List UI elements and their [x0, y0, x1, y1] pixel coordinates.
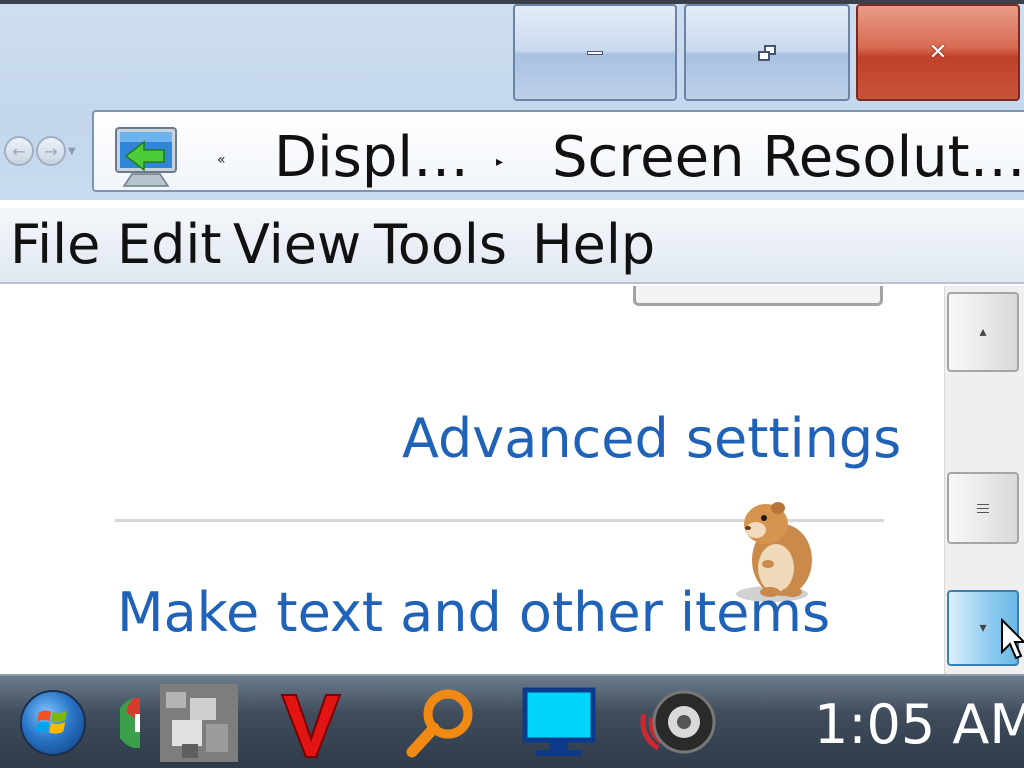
- arrow-down-icon: ▾: [979, 620, 987, 636]
- red-v-icon[interactable]: [280, 688, 342, 758]
- restore-button[interactable]: [684, 4, 850, 101]
- hamster-photo-icon[interactable]: [160, 684, 238, 762]
- menu-view[interactable]: View: [233, 218, 361, 272]
- breadcrumb-display[interactable]: Displ…: [274, 130, 469, 186]
- partial-button[interactable]: [633, 286, 883, 306]
- make-text-larger-link[interactable]: Make text and other items: [117, 586, 830, 640]
- close-icon: ✕: [928, 40, 948, 65]
- vertical-scrollbar[interactable]: ▴ ▾: [944, 286, 1024, 674]
- menu-file[interactable]: File: [10, 218, 100, 272]
- window-titlebar: ✕ ← → ▼ « Displ… ▸ Screen Resolut…: [0, 0, 1024, 200]
- taskbar: 1:05 AM: [0, 674, 1024, 768]
- menu-bar: File Edit View Tools Help: [0, 208, 1024, 284]
- arrow-up-icon: ▴: [979, 324, 987, 340]
- address-bar[interactable]: « Displ… ▸ Screen Resolut…: [92, 110, 1024, 192]
- mouse-cursor-icon: [1001, 618, 1024, 660]
- menu-tools[interactable]: Tools: [374, 218, 507, 272]
- scroll-up-button[interactable]: ▴: [947, 292, 1019, 372]
- display-settings-icon: [115, 127, 177, 187]
- hamster-icon: [736, 502, 812, 602]
- advanced-settings-link[interactable]: Advanced settings: [402, 412, 901, 466]
- minimize-icon: [587, 50, 603, 55]
- breadcrumb-overflow-icon[interactable]: «: [217, 152, 226, 168]
- close-button[interactable]: ✕: [856, 4, 1020, 101]
- breadcrumb-separator-icon[interactable]: ▸: [496, 154, 503, 170]
- speaker-icon[interactable]: [638, 688, 720, 758]
- forward-arrow-icon[interactable]: →: [36, 136, 66, 166]
- minimize-button[interactable]: [513, 4, 677, 101]
- taskbar-clock[interactable]: 1:05 AM: [814, 698, 1024, 752]
- breadcrumb-screen-resolution[interactable]: Screen Resolut…: [552, 130, 1024, 186]
- chevron-down-icon[interactable]: ▼: [68, 146, 76, 157]
- navigation-buttons: ← → ▼: [4, 133, 94, 169]
- scroll-thumb[interactable]: [947, 472, 1019, 544]
- back-arrow-icon[interactable]: ←: [4, 136, 34, 166]
- menu-help[interactable]: Help: [532, 218, 655, 272]
- restore-icon: [758, 44, 776, 61]
- windows-start-orb-icon[interactable]: [20, 690, 86, 756]
- grip-icon: [977, 503, 989, 513]
- search-magnifier-icon[interactable]: [402, 688, 480, 758]
- content-pane: Advanced settings Make text and other it…: [0, 286, 944, 674]
- monitor-icon[interactable]: [522, 687, 596, 758]
- chrome-icon[interactable]: [120, 688, 140, 758]
- menu-edit[interactable]: Edit: [117, 218, 222, 272]
